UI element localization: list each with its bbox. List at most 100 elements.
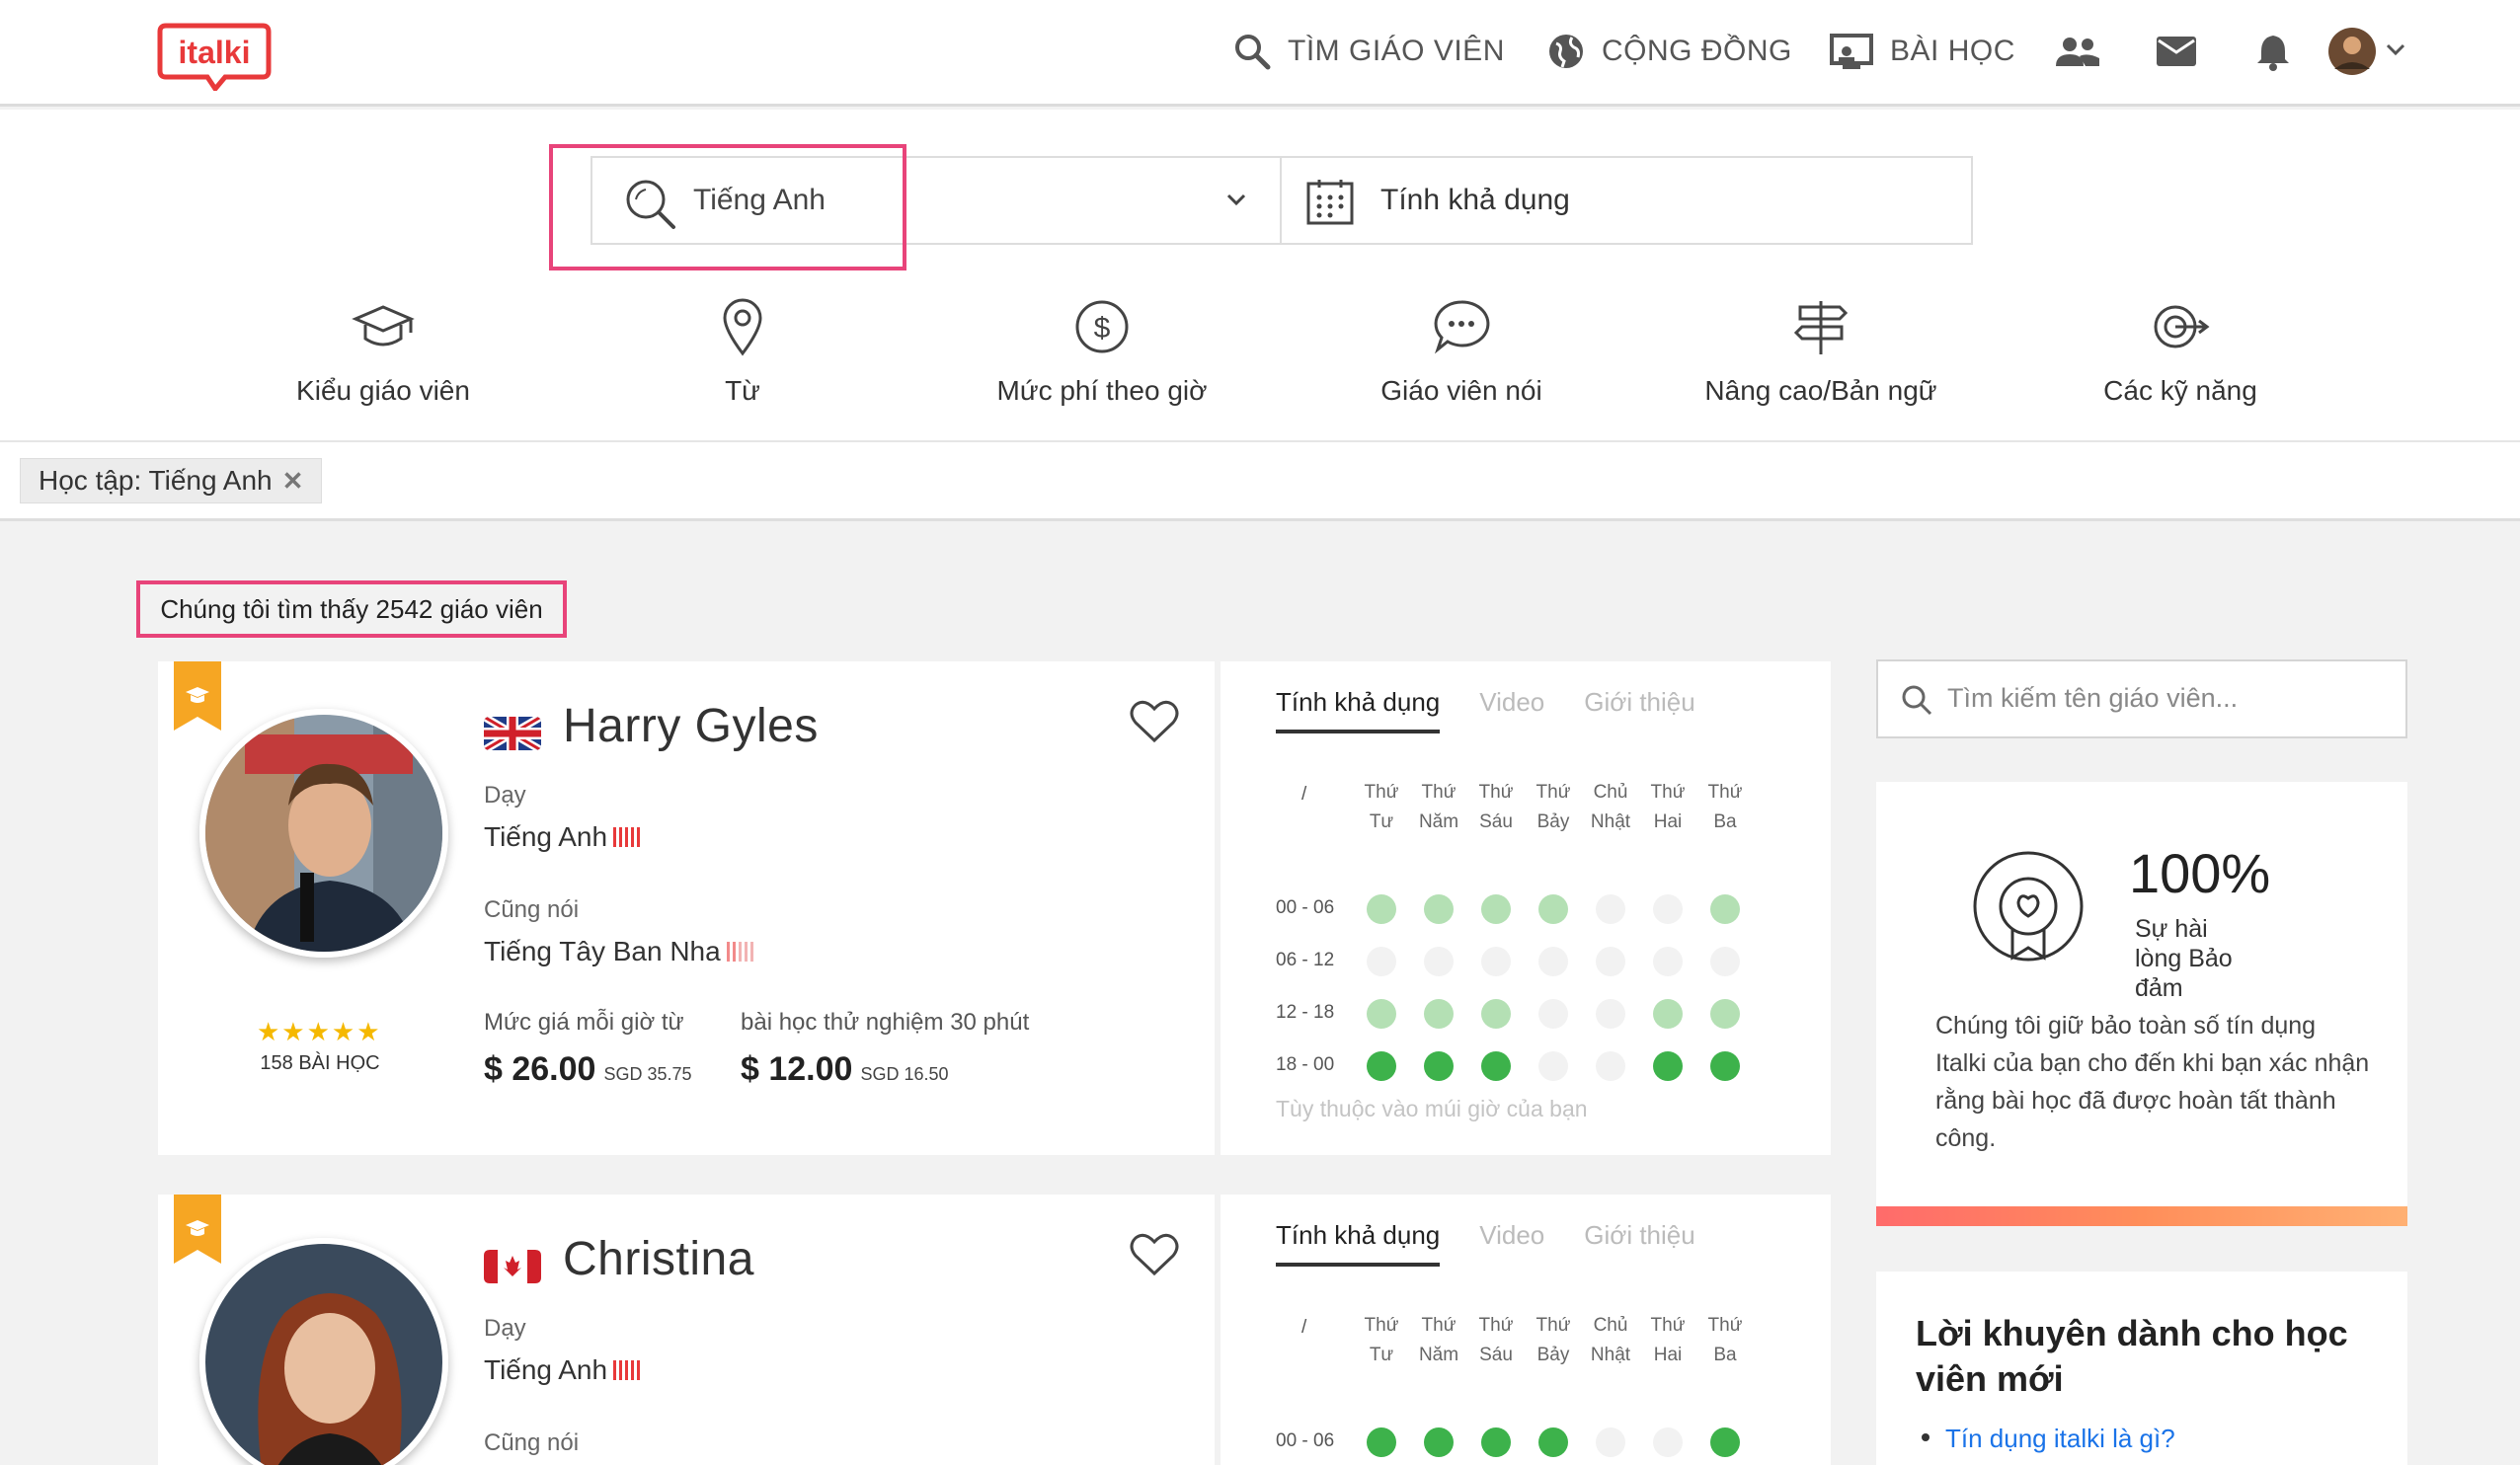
availability-dot[interactable]: [1367, 999, 1396, 1029]
teaches-label: Dạy: [484, 782, 526, 809]
teacher-card[interactable]: Christina Dạy Tiếng Anh Cũng nói Tính kh…: [158, 1195, 1831, 1465]
availability-dot[interactable]: [1367, 947, 1396, 976]
availability-dot[interactable]: [1653, 999, 1683, 1029]
user-avatar-menu[interactable]: [2326, 26, 2409, 77]
teaches-language: Tiếng Anh: [484, 1354, 641, 1386]
availability-dot[interactable]: [1710, 947, 1740, 976]
guarantee-percent: 100%: [2129, 842, 2271, 904]
close-icon[interactable]: ✕: [282, 466, 304, 497]
rating-stars: ★★★★★: [257, 1017, 382, 1046]
availability-dot[interactable]: [1481, 999, 1511, 1029]
availability-dot[interactable]: [1653, 1427, 1683, 1457]
availability-dot[interactable]: [1424, 894, 1454, 924]
svg-text:italki: italki: [179, 35, 251, 70]
day-header: Thứ Ba: [1707, 782, 1743, 832]
teacher-avatar[interactable]: [199, 1238, 448, 1465]
heart-icon[interactable]: [1130, 699, 1179, 744]
day-header: Thứ Bảy: [1536, 782, 1571, 832]
teacher-name-search-placeholder: Tìm kiếm tên giáo viên...: [1947, 683, 2239, 713]
language-level-bars: [613, 1360, 641, 1380]
availability-dot[interactable]: [1424, 1427, 1454, 1457]
day-header: Thứ Bảy: [1536, 1315, 1571, 1365]
tips-link-credits[interactable]: Tín dụng italki là gì?: [1945, 1424, 2175, 1454]
availability-dot[interactable]: [1596, 947, 1625, 976]
timezone-note: Tùy thuộc vào múi giờ của bạn: [1276, 1096, 1588, 1121]
teacher-card[interactable]: ★★★★★ 158 BÀI HỌC Harry Gyles Dạy Tiếng …: [158, 661, 1831, 1155]
availability-dot[interactable]: [1710, 894, 1740, 924]
calendar-icon: [1306, 180, 1354, 225]
italki-logo[interactable]: italki: [156, 20, 273, 94]
guarantee-badge-icon: [1973, 851, 2084, 962]
availability-dot[interactable]: [1596, 1051, 1625, 1081]
availability-dot[interactable]: [1424, 999, 1454, 1029]
tab-availability[interactable]: Tính khả dụng: [1276, 687, 1441, 733]
teacher-avatar[interactable]: [199, 709, 448, 958]
tab-availability[interactable]: Tính khả dụng: [1276, 1220, 1441, 1267]
availability-dot[interactable]: [1481, 947, 1511, 976]
tab-intro[interactable]: Giới thiệu: [1584, 687, 1694, 733]
tab-intro[interactable]: Giới thiệu: [1584, 1220, 1694, 1267]
friends-icon[interactable]: [2050, 26, 2105, 77]
availability-dot[interactable]: [1596, 1427, 1625, 1457]
svg-text:$: $: [1094, 312, 1111, 345]
availability-dot[interactable]: [1367, 1051, 1396, 1081]
hourly-price: $ 26.00 SGD 35.75: [484, 1050, 692, 1088]
filter-teacher-speaks[interactable]: Giáo viên nói: [1313, 292, 1610, 411]
filter-native-level[interactable]: Nâng cao/Bản ngữ: [1673, 292, 1969, 411]
availability-dot[interactable]: [1481, 894, 1511, 924]
availability-dot[interactable]: [1596, 999, 1625, 1029]
availability-dot[interactable]: [1653, 947, 1683, 976]
trial-price: $ 12.00 SGD 16.50: [741, 1050, 949, 1088]
guarantee-text: Chúng tôi giữ bảo toàn số tín dụng Italk…: [1935, 1012, 2370, 1152]
day-header: Chủ Nhật: [1590, 782, 1631, 832]
guarantee-accent-bar: [1876, 1206, 2407, 1226]
availability-dot[interactable]: [1481, 1051, 1511, 1081]
availability-dot[interactable]: [1538, 947, 1568, 976]
day-header: Thứ Tư: [1364, 782, 1399, 832]
day-header: Thứ Năm: [1418, 782, 1459, 832]
filter-from[interactable]: Từ: [594, 292, 891, 411]
availability-dot[interactable]: [1424, 1051, 1454, 1081]
nav-community[interactable]: CỘNG ĐỒNG: [1546, 26, 1792, 77]
availability-dot[interactable]: [1710, 999, 1740, 1029]
availability-dot[interactable]: [1538, 1051, 1568, 1081]
availability-dot[interactable]: [1596, 894, 1625, 924]
search-icon: [1235, 35, 1271, 70]
active-filter-label: Học tập: Tiếng Anh: [39, 465, 273, 496]
heart-icon[interactable]: [1130, 1232, 1179, 1277]
bell-icon[interactable]: [2245, 26, 2301, 77]
filter-teacher-type[interactable]: Kiểu giáo viên: [235, 292, 531, 411]
teacher-name[interactable]: Harry Gyles: [563, 699, 819, 753]
teacher-name[interactable]: Christina: [563, 1232, 754, 1286]
hourly-rate-label: Mức giá mỗi giờ từ: [484, 1009, 684, 1036]
nav-lessons[interactable]: BÀI HỌC: [1829, 26, 2015, 77]
availability-dot[interactable]: [1481, 1427, 1511, 1457]
availability-dot[interactable]: [1653, 894, 1683, 924]
availability-dot[interactable]: [1538, 894, 1568, 924]
time-slot-label: 06 - 12: [1276, 950, 1335, 970]
availability-dot[interactable]: [1367, 1427, 1396, 1457]
day-header: Thứ Hai: [1650, 1315, 1686, 1365]
availability-dot[interactable]: [1653, 1051, 1683, 1081]
availability-dot[interactable]: [1367, 894, 1396, 924]
nav-find-teacher[interactable]: TÌM GIÁO VIÊN: [1232, 26, 1505, 77]
active-filter-tag[interactable]: Học tập: Tiếng Anh ✕: [20, 458, 323, 503]
top-nav: italki TÌM GIÁO VIÊN CỘNG ĐỒNG BÀI HỌC: [0, 0, 2520, 107]
filter-skills[interactable]: Các kỹ năng: [2032, 292, 2328, 411]
tab-video[interactable]: Video: [1479, 1220, 1544, 1267]
availability-dot[interactable]: [1424, 947, 1454, 976]
day-header: Thứ Hai: [1650, 782, 1686, 832]
tab-video[interactable]: Video: [1479, 687, 1544, 733]
time-slot-label: 00 - 06: [1276, 897, 1335, 918]
time-slot-label: 18 - 00: [1276, 1054, 1335, 1075]
availability-dot[interactable]: [1538, 1427, 1568, 1457]
teacher-name-search[interactable]: Tìm kiếm tên giáo viên...: [1876, 659, 2407, 738]
trial-label: bài học thử nghiệm 30 phút: [741, 1009, 1030, 1036]
availability-dot[interactable]: [1710, 1427, 1740, 1457]
nav-lessons-label: BÀI HỌC: [1890, 35, 2015, 67]
mail-icon[interactable]: [2149, 26, 2204, 77]
filter-hourly-rate[interactable]: $ Mức phí theo giờ: [954, 292, 1250, 411]
availability-dot[interactable]: [1538, 999, 1568, 1029]
availability-select[interactable]: Tính khả dụng: [1280, 156, 1973, 245]
availability-dot[interactable]: [1710, 1051, 1740, 1081]
